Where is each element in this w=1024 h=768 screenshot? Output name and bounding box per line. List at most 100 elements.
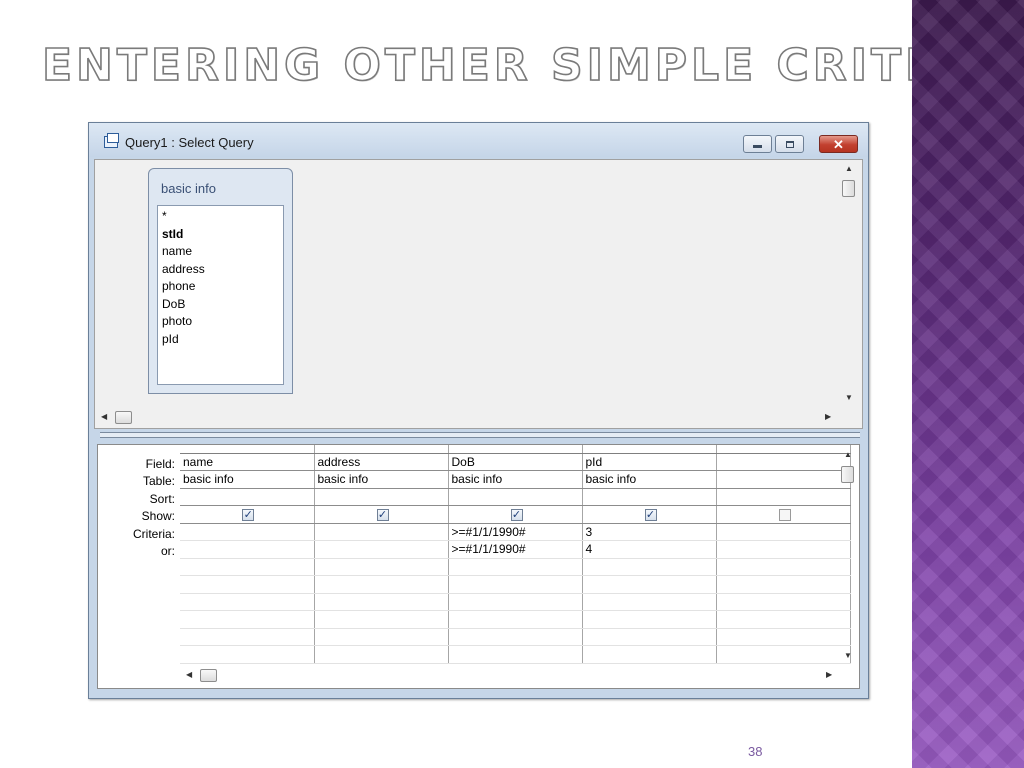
empty-cell[interactable] — [448, 628, 583, 646]
sort-cell[interactable] — [582, 488, 717, 506]
upper-horizontal-scrollbar[interactable]: ◀ ▶ — [98, 409, 838, 426]
empty-cell[interactable] — [314, 575, 449, 594]
checkbox-unchecked-icon[interactable] — [778, 509, 791, 522]
field-list-item-name[interactable]: name — [162, 243, 283, 261]
field-cell[interactable] — [716, 453, 851, 471]
empty-cell[interactable] — [448, 575, 583, 594]
column-selector[interactable] — [582, 445, 717, 454]
minimize-button[interactable] — [743, 135, 772, 153]
field-list-item-all[interactable]: * — [162, 208, 283, 226]
empty-cell[interactable] — [314, 628, 449, 646]
scroll-up-arrow-icon[interactable]: ▲ — [845, 165, 853, 173]
scroll-up-arrow-icon[interactable]: ▲ — [844, 451, 852, 459]
column-selector[interactable] — [180, 445, 315, 454]
scroll-right-arrow-icon[interactable]: ▶ — [825, 413, 831, 421]
column-selector[interactable] — [314, 445, 449, 454]
scroll-left-arrow-icon[interactable]: ◀ — [186, 671, 192, 679]
or-cell[interactable] — [180, 540, 315, 559]
scroll-right-arrow-icon[interactable]: ▶ — [826, 671, 832, 679]
lower-vertical-scroll-thumb[interactable] — [841, 466, 854, 483]
field-list-item-pid[interactable]: pId — [162, 331, 283, 349]
scroll-down-arrow-icon[interactable]: ▼ — [845, 394, 853, 402]
criteria-cell[interactable] — [314, 523, 449, 541]
field-cell[interactable]: name — [180, 453, 315, 471]
field-list-item-address[interactable]: address — [162, 261, 283, 279]
field-cell[interactable]: pId — [582, 453, 717, 471]
empty-cell[interactable] — [582, 558, 717, 576]
sort-cell[interactable] — [180, 488, 315, 506]
empty-cell[interactable] — [314, 645, 449, 664]
table-cell[interactable] — [716, 470, 851, 489]
maximize-button[interactable] — [775, 135, 804, 153]
empty-cell[interactable] — [314, 558, 449, 576]
window-titlebar[interactable]: Query1 : Select Query ✕ — [89, 123, 868, 157]
empty-cell[interactable] — [314, 593, 449, 611]
field-list-box[interactable]: * stId name address phone DoB photo pId — [157, 205, 284, 385]
design-grid-pane[interactable]: Field: Table: Sort: Show: Criteria: or: … — [97, 444, 860, 689]
field-list-item-stid[interactable]: stId — [162, 226, 283, 244]
empty-cell[interactable] — [180, 645, 315, 664]
scroll-left-arrow-icon[interactable]: ◀ — [101, 413, 107, 421]
upper-horizontal-scroll-thumb[interactable] — [115, 411, 132, 424]
checkbox-checked-icon[interactable]: ✓ — [242, 509, 255, 522]
empty-cell[interactable] — [716, 593, 851, 611]
upper-vertical-scroll-thumb[interactable] — [842, 180, 855, 197]
query-window-icon[interactable] — [104, 133, 119, 148]
empty-cell[interactable] — [180, 628, 315, 646]
empty-cell[interactable] — [314, 610, 449, 629]
empty-cell[interactable] — [582, 593, 717, 611]
empty-cell[interactable] — [716, 558, 851, 576]
sort-cell[interactable] — [448, 488, 583, 506]
column-selector[interactable] — [716, 445, 851, 454]
lower-horizontal-scrollbar[interactable]: ◀ ▶ — [182, 667, 839, 684]
empty-cell[interactable] — [448, 593, 583, 611]
empty-cell[interactable] — [716, 628, 851, 646]
or-cell[interactable] — [716, 540, 851, 559]
empty-cell[interactable] — [448, 610, 583, 629]
checkbox-checked-icon[interactable]: ✓ — [644, 509, 657, 522]
criteria-cell[interactable] — [180, 523, 315, 541]
sort-cell[interactable] — [716, 488, 851, 506]
criteria-cell[interactable]: >=#1/1/1990# — [448, 523, 583, 541]
or-cell[interactable]: 4 — [582, 540, 717, 559]
close-button[interactable]: ✕ — [819, 135, 858, 153]
table-cell[interactable]: basic info — [582, 470, 717, 489]
empty-cell[interactable] — [582, 645, 717, 664]
empty-cell[interactable] — [582, 628, 717, 646]
table-cell[interactable]: basic info — [448, 470, 583, 489]
table-cell[interactable]: basic info — [180, 470, 315, 489]
field-list-item-photo[interactable]: photo — [162, 313, 283, 331]
empty-cell[interactable] — [180, 610, 315, 629]
column-selector[interactable] — [448, 445, 583, 454]
empty-cell[interactable] — [180, 575, 315, 594]
field-list-window[interactable]: basic info * stId name address phone DoB… — [148, 168, 293, 394]
field-list-item-phone[interactable]: phone — [162, 278, 283, 296]
pane-splitter[interactable] — [100, 432, 860, 438]
lower-horizontal-scroll-thumb[interactable] — [200, 669, 217, 682]
or-cell[interactable] — [314, 540, 449, 559]
checkbox-checked-icon[interactable]: ✓ — [510, 509, 523, 522]
table-cell[interactable]: basic info — [314, 470, 449, 489]
empty-cell[interactable] — [582, 610, 717, 629]
empty-cell[interactable] — [716, 645, 851, 664]
field-cell[interactable]: DoB — [448, 453, 583, 471]
upper-vertical-scrollbar[interactable]: ▲ ▼ — [840, 162, 857, 407]
empty-cell[interactable] — [180, 593, 315, 611]
or-cell[interactable]: >=#1/1/1990# — [448, 540, 583, 559]
scroll-down-arrow-icon[interactable]: ▼ — [844, 652, 852, 660]
field-list-item-dob[interactable]: DoB — [162, 296, 283, 314]
empty-cell[interactable] — [448, 558, 583, 576]
lower-vertical-scrollbar[interactable]: ▲ ▼ — [839, 449, 856, 664]
field-cell[interactable]: address — [314, 453, 449, 471]
criteria-cell[interactable]: 3 — [582, 523, 717, 541]
empty-cell[interactable] — [716, 575, 851, 594]
empty-cell[interactable] — [180, 558, 315, 576]
checkbox-checked-icon[interactable]: ✓ — [376, 509, 389, 522]
empty-cell[interactable] — [582, 575, 717, 594]
sort-cell[interactable] — [314, 488, 449, 506]
empty-cell[interactable] — [716, 610, 851, 629]
empty-cell[interactable] — [448, 645, 583, 664]
table-pane[interactable]: basic info * stId name address phone DoB… — [94, 159, 863, 429]
criteria-cell[interactable] — [716, 523, 851, 541]
field-list-title[interactable]: basic info — [161, 181, 216, 196]
